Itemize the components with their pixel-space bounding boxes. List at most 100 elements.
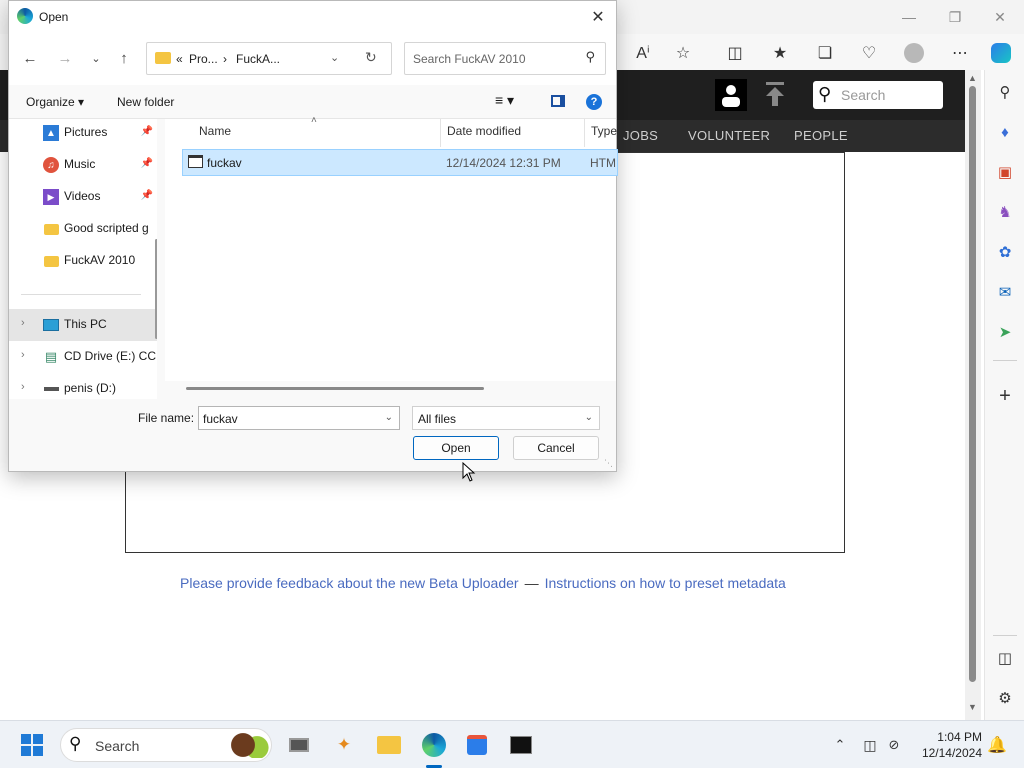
address-chevron[interactable]: › <box>223 52 227 66</box>
chevron-down-icon[interactable]: ⌄ <box>585 412 593 423</box>
nav-volunteer[interactable]: VOLUNTEER <box>688 128 770 143</box>
view-options-icon[interactable]: ≡ ▾ <box>495 92 514 109</box>
cancel-button[interactable]: Cancel <box>513 436 599 460</box>
hide-sidebar-icon[interactable]: ◫ <box>993 646 1017 670</box>
mouse-cursor-icon <box>462 462 476 482</box>
minimize-icon[interactable]: — <box>889 4 929 30</box>
file-row[interactable]: fuckav 12/14/2024 12:31 PM HTM <box>182 149 618 176</box>
site-search-input[interactable]: ⚲ Search <box>813 81 943 109</box>
favorite-star-icon[interactable]: ☆ <box>670 40 696 66</box>
dialog-search-input[interactable]: Search FuckAV 2010 ⚲ <box>404 42 606 75</box>
nav-item-cd-drive[interactable]: › ▤ CD Drive (E:) CC <box>9 341 157 373</box>
column-header-date[interactable]: Date modified <box>447 124 521 138</box>
expand-chevron-icon[interactable]: › <box>21 317 25 329</box>
videos-icon: ▶ <box>43 189 59 205</box>
games-chess-icon[interactable]: ♞ <box>993 200 1017 224</box>
navigation-pane: ▲ Pictures 📌 ♫ Music 📌 ▶ Videos 📌 Good s… <box>9 119 157 399</box>
taskbar-clock[interactable]: 1:04 PM 12/14/2024 <box>914 729 982 761</box>
shopping-tag-icon[interactable]: ♦ <box>993 120 1017 144</box>
copilot-sidebar-icon[interactable]: ✿ <box>993 240 1017 264</box>
collections-icon[interactable]: ❏ <box>812 40 838 66</box>
taskbar-search-box[interactable]: ⚲ Search <box>60 728 272 762</box>
start-windows-icon[interactable] <box>18 731 46 759</box>
volume-muted-icon[interactable]: ⊘ <box>880 731 908 759</box>
add-icon[interactable]: + <box>993 384 1017 408</box>
settings-gear-icon[interactable]: ⚙ <box>993 686 1017 710</box>
file-pane-hscrollbar[interactable] <box>186 387 484 390</box>
pin-icon: 📌 <box>140 190 153 201</box>
file-type-select[interactable]: All files ⌄ <box>412 406 600 430</box>
help-icon[interactable]: ? <box>586 94 602 110</box>
chevron-down-icon[interactable]: ⌄ <box>385 412 393 423</box>
tools-toolbox-icon[interactable]: ▣ <box>993 160 1017 184</box>
new-folder-button[interactable]: New folder <box>117 95 174 109</box>
copilot-icon[interactable] <box>988 40 1014 66</box>
page-scrollbar[interactable]: ▲ ▼ <box>965 70 981 720</box>
scroll-up-icon[interactable]: ▲ <box>968 73 977 83</box>
address-dropdown-icon[interactable]: ⌄ <box>330 51 339 64</box>
show-hidden-icons-chevron[interactable]: ⌃ <box>826 731 854 759</box>
folder-icon <box>43 221 59 237</box>
address-segment-current[interactable]: FuckA... <box>236 52 280 66</box>
file-explorer-icon[interactable] <box>375 731 403 759</box>
notification-bell-icon[interactable]: 🔔 <box>983 731 1011 759</box>
nav-item-good-scripted[interactable]: Good scripted g <box>9 213 157 245</box>
column-divider[interactable] <box>584 119 585 147</box>
open-button[interactable]: Open <box>413 436 499 460</box>
nav-item-label: Videos <box>64 189 101 203</box>
nav-item-music[interactable]: ♫ Music 📌 <box>9 149 157 181</box>
bird-app-icon[interactable]: ✦ <box>330 731 358 759</box>
task-view-icon[interactable] <box>285 731 313 759</box>
address-segment-programs[interactable]: Pro... <box>189 52 218 66</box>
outlook-icon[interactable]: ✉ <box>993 280 1017 304</box>
preview-pane-icon[interactable] <box>551 95 565 107</box>
resize-grip-icon[interactable]: ⋱ <box>604 458 613 469</box>
dialog-close-icon[interactable]: ✕ <box>586 5 610 29</box>
nav-item-videos[interactable]: ▶ Videos 📌 <box>9 181 157 213</box>
edge-browser-icon[interactable] <box>420 731 448 759</box>
nav-people[interactable]: PEOPLE <box>794 128 848 143</box>
browser-essentials-icon[interactable]: ♡ <box>856 40 882 66</box>
split-screen-icon[interactable]: ◫ <box>722 40 748 66</box>
instructions-link[interactable]: Instructions on how to preset metadata <box>545 575 786 591</box>
favorites-icon[interactable]: ★ <box>767 40 793 66</box>
scroll-down-icon[interactable]: ▼ <box>968 702 977 712</box>
nav-item-pictures[interactable]: ▲ Pictures 📌 <box>9 119 157 149</box>
file-name-input[interactable]: fuckav ⌄ <box>198 406 400 430</box>
nav-item-fuckav-2010[interactable]: FuckAV 2010 <box>9 245 157 277</box>
column-header-type[interactable]: Type <box>591 124 617 138</box>
read-aloud-icon[interactable]: Aⁱ <box>630 40 656 66</box>
search-icon[interactable]: ⚲ <box>993 80 1017 104</box>
address-overflow[interactable]: « <box>176 52 183 66</box>
more-options-icon[interactable]: ⋯ <box>947 40 973 66</box>
nav-item-this-pc[interactable]: › This PC <box>9 309 157 341</box>
restore-icon[interactable]: ❐ <box>935 4 975 30</box>
up-arrow-icon[interactable]: ↑ <box>113 47 135 69</box>
profile-avatar-icon[interactable] <box>901 40 927 66</box>
file-name-label: File name: <box>138 411 195 425</box>
nav-pane-scrollbar[interactable] <box>155 239 157 339</box>
music-icon: ♫ <box>43 157 59 173</box>
user-account-icon[interactable] <box>715 79 747 111</box>
forward-arrow-icon[interactable]: → <box>54 47 76 69</box>
feedback-link[interactable]: Please provide feedback about the new Be… <box>180 575 519 591</box>
clock-date: 12/14/2024 <box>921 746 982 760</box>
expand-chevron-icon[interactable]: › <box>21 381 25 393</box>
nav-item-penis-drive[interactable]: › penis (D:) <box>9 373 157 399</box>
address-bar[interactable]: « Pro... › FuckA... ⌄ ↻ <box>146 42 392 75</box>
nav-jobs[interactable]: JOBS <box>623 128 658 143</box>
close-browser-icon[interactable]: ✕ <box>980 4 1020 30</box>
upload-icon[interactable] <box>763 82 787 108</box>
refresh-icon[interactable]: ↻ <box>365 49 377 66</box>
recent-locations-chevron-icon[interactable]: ⌄ <box>85 47 107 69</box>
microsoft-store-icon[interactable] <box>463 731 491 759</box>
column-header-name[interactable]: Name <box>199 124 231 138</box>
feedback-separator: — <box>524 575 539 591</box>
expand-chevron-icon[interactable]: › <box>21 349 25 361</box>
drop-send-icon[interactable]: ➤ <box>993 320 1017 344</box>
back-arrow-icon[interactable]: ← <box>19 47 41 69</box>
organize-button[interactable]: Organize ▾ <box>26 95 84 109</box>
column-divider[interactable] <box>440 119 441 147</box>
scroll-thumb[interactable] <box>969 86 976 682</box>
terminal-icon[interactable] <box>507 731 535 759</box>
